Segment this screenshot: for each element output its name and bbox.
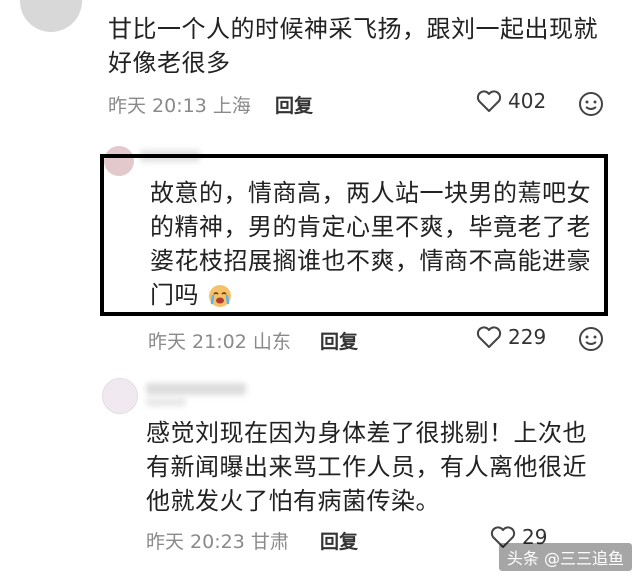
comment-line: 婆花枝招展搁谁也不爽，情商不高能进豪 <box>150 247 591 275</box>
emoji-reaction-icon[interactable] <box>578 91 604 117</box>
location-label: 山东 <box>252 331 291 353</box>
comment-line: 门吗 <box>150 281 199 309</box>
like-button[interactable]: 402 <box>476 89 546 113</box>
like-count: 402 <box>508 89 547 113</box>
comment-line: 甘比一个人的时候神采飞扬，跟刘一起出现就 <box>108 15 598 43</box>
reply-button[interactable]: 回复 <box>320 327 358 354</box>
comment-line: 的精神，男的肯定心里不爽，毕竟老了老 <box>150 213 591 241</box>
comment-line: 感觉刘现在因为身体差了很挑剔！上次也 <box>146 419 587 447</box>
comment-line: 有新闻曝出来骂工作人员，有人离他很近 <box>146 453 587 481</box>
reply-button[interactable]: 回复 <box>275 91 313 118</box>
comment-time: 昨天 20:13 上海 <box>108 91 251 118</box>
comment-text: 感觉刘现在因为身体差了很挑剔！上次也 有新闻曝出来骂工作人员，有人离他很近 他就… <box>146 416 616 518</box>
heart-icon <box>476 326 502 348</box>
avatar[interactable] <box>102 378 138 414</box>
time-label: 昨天 20:23 <box>146 531 245 553</box>
comment-line: 故意的，情商高，两人站一块男的蔫吧女 <box>150 179 591 207</box>
comment-time: 昨天 21:02 山东 <box>148 327 291 354</box>
location-label: 上海 <box>212 95 251 117</box>
comment-line: 他就发火了怕有病菌传染。 <box>146 487 440 515</box>
username-redacted <box>146 383 246 395</box>
username-redacted <box>146 398 186 406</box>
reply-button[interactable]: 回复 <box>320 527 358 554</box>
comment-line: 好像老很多 <box>108 49 231 77</box>
crying-emoji-icon <box>209 285 232 307</box>
like-count: 229 <box>508 325 547 349</box>
heart-icon <box>476 90 502 112</box>
comment-time: 昨天 20:23 甘肃 <box>146 527 289 554</box>
time-label: 昨天 21:02 <box>148 331 247 353</box>
time-label: 昨天 20:13 <box>108 95 207 117</box>
comment-text: 故意的，情商高，两人站一块男的蔫吧女 的精神，男的肯定心里不爽，毕竟老了老 婆花… <box>150 176 600 312</box>
watermark: 头条 @三三追鱼 <box>498 543 632 571</box>
emoji-reaction-icon[interactable] <box>578 326 604 352</box>
like-button[interactable]: 229 <box>476 325 546 349</box>
comment-text: 甘比一个人的时候神采飞扬，跟刘一起出现就 好像老很多 <box>108 12 628 80</box>
location-label: 甘肃 <box>250 531 289 553</box>
avatar[interactable] <box>20 0 82 32</box>
